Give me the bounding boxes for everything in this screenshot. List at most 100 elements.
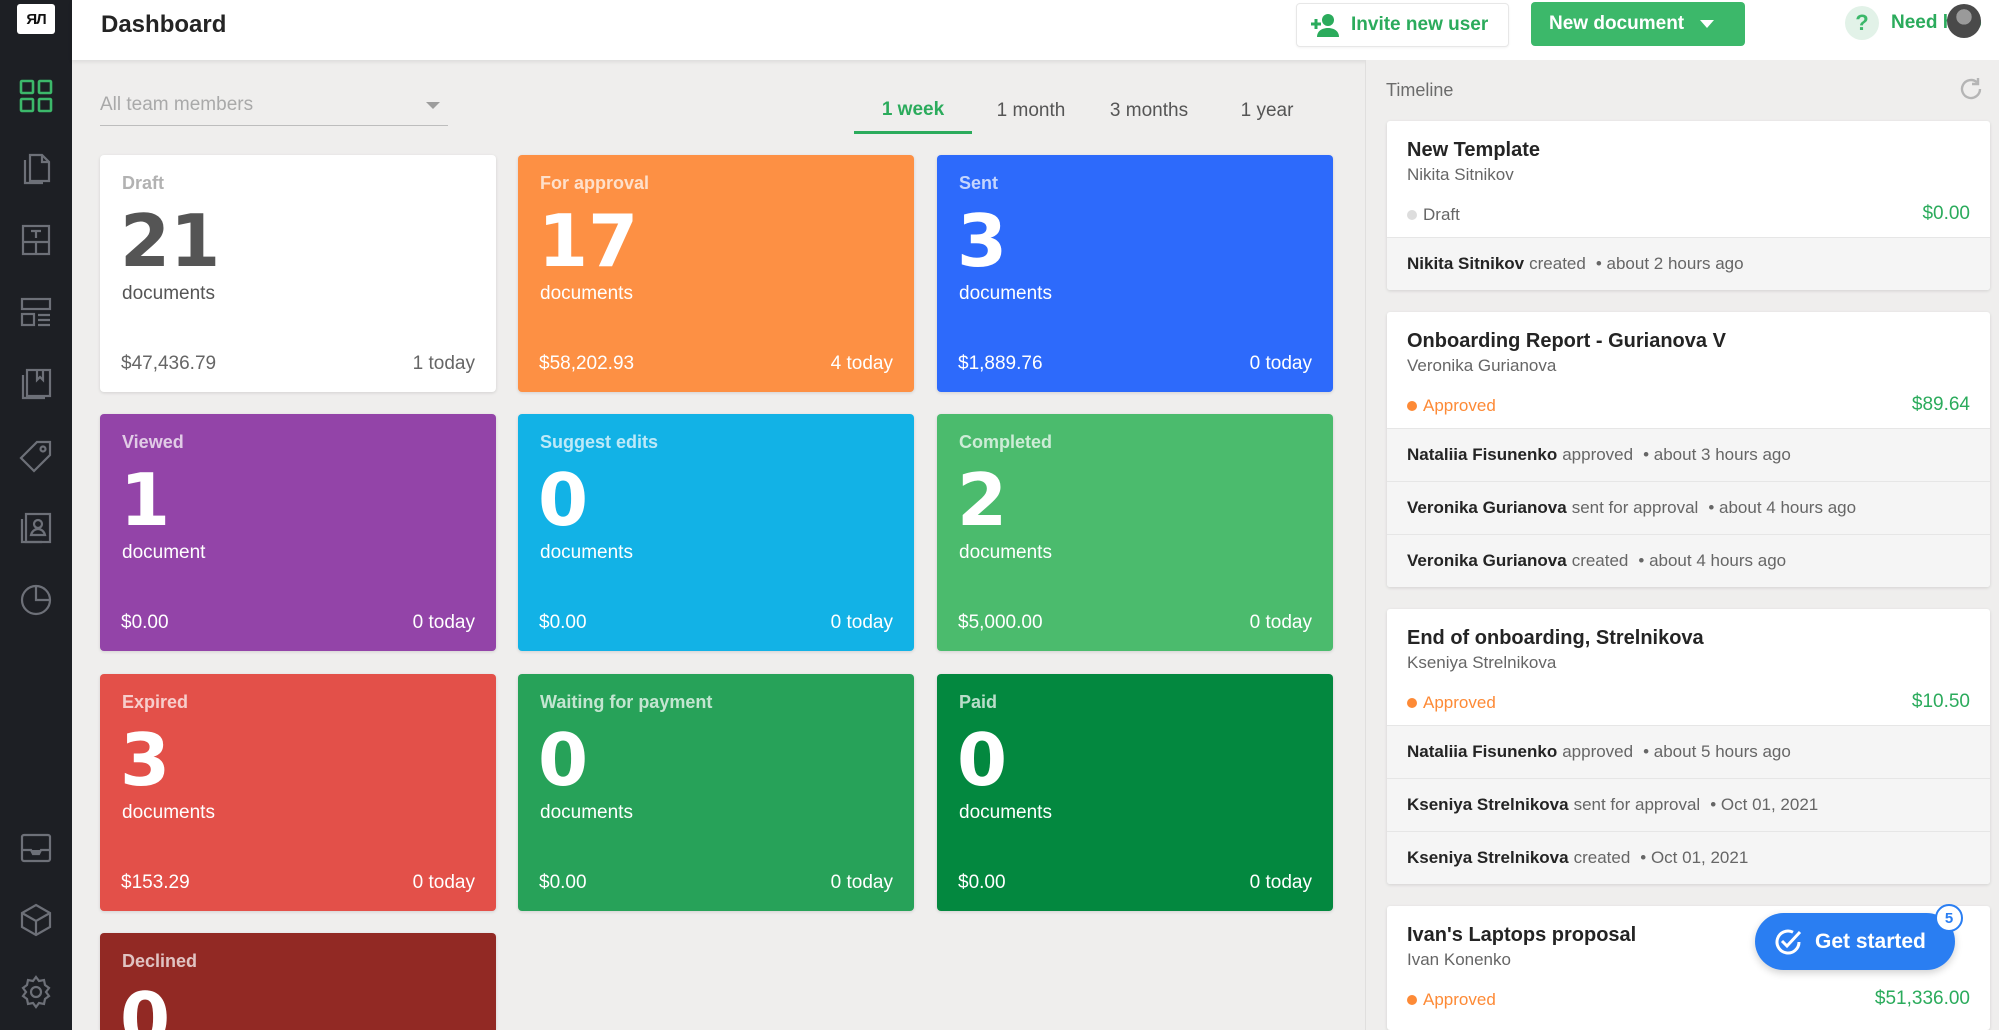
card-suggest-edits[interactable]: Suggest edits 0 documents $0.00 0 today [518,414,914,651]
event-time: • about 5 hours ago [1643,742,1791,761]
status-badge: Approved [1407,990,1496,1010]
timeline-doc-owner: Ivan Konenko [1407,950,1511,969]
card-unit: documents [540,283,633,304]
new-document-button[interactable]: New document [1531,2,1745,46]
event-time: • Oct 01, 2021 [1710,795,1819,814]
card-label: For approval [540,173,650,193]
invite-user-label: Invite new user [1351,14,1489,35]
card-count: 17 [538,199,639,283]
card-count: 21 [120,199,221,283]
integrations-icon[interactable] [16,900,56,940]
card-count: 0 [538,458,589,542]
event-action: sent for approval [1573,795,1701,814]
card-count: 1 [120,458,171,542]
event-user: Kseniya Strelnikova [1407,795,1569,814]
documents-icon[interactable] [16,148,56,188]
card-label: Completed [959,432,1053,452]
event-action: approved [1562,742,1634,761]
card-waiting-for-payment[interactable]: Waiting for payment 0 documents $0.00 0 … [518,674,914,911]
dashboard-icon[interactable] [16,76,56,116]
card-label: Expired [122,692,189,712]
card-unit: documents [959,542,1052,563]
card-count: 0 [120,977,171,1030]
top-header: Dashboard Invite new user New document ?… [72,0,1999,60]
card-unit: document [122,542,206,563]
card-unit: documents [959,802,1052,823]
timeline-event: Nataliia Fisunenko approved • about 5 hour… [1387,725,1990,778]
event-action: created [1529,254,1586,273]
card-label: Paid [959,692,998,712]
status-badge: Approved [1407,693,1496,713]
card-viewed[interactable]: Viewed 1 document $0.00 0 today [100,414,496,651]
card-amount: $0.00 [958,872,1006,893]
timeline-doc-name[interactable]: End of onboarding, Strelnikova [1407,627,1704,650]
refresh-icon[interactable] [1958,76,1984,102]
tab-3-months[interactable]: 3 months [1090,88,1208,134]
status-badge: Draft [1407,205,1460,225]
status-label: Approved [1423,990,1496,1009]
card-expired[interactable]: Expired 3 documents $153.29 0 today [100,674,496,911]
status-dot-icon [1407,698,1417,708]
timeline-doc-name[interactable]: Onboarding Report - Gurianova V [1407,330,1726,353]
timeline-panel: Timeline New Template Nikita Sitnikov Dr… [1365,60,1999,1030]
event-action: approved [1562,445,1634,464]
event-action: sent for approval [1571,498,1699,517]
contacts-icon[interactable] [16,508,56,548]
timeline-item[interactable]: Onboarding Report - Gurianova V Veronika… [1387,312,1990,587]
notification-count-badge: 5 [1935,904,1963,932]
card-today: 0 today [412,872,475,893]
event-user: Kseniya Strelnikova [1407,848,1569,867]
timeline-item[interactable]: End of onboarding, Strelnikova Kseniya S… [1387,609,1990,884]
add-user-icon [1311,14,1339,37]
inbox-icon[interactable] [16,828,56,868]
invite-user-button[interactable]: Invite new user [1296,3,1509,47]
templates-icon[interactable] [16,220,56,260]
status-dot-icon [1407,995,1417,1005]
card-today: 0 today [1249,612,1312,633]
tab-1-year[interactable]: 1 year [1208,88,1326,134]
status-label: Approved [1423,396,1496,415]
avatar[interactable] [1947,4,1981,38]
card-paid[interactable]: Paid 0 documents $0.00 0 today [937,674,1333,911]
timeline-doc-owner: Nikita Sitnikov [1407,165,1514,184]
card-completed[interactable]: Completed 2 documents $5,000.00 0 today [937,414,1333,651]
tab-1-week[interactable]: 1 week [854,88,972,134]
card-today: 0 today [830,872,893,893]
timeline-event: Kseniya Strelnikova sent for approval • Oc… [1387,778,1990,831]
date-range-tabs: 1 week 1 month 3 months 1 year [854,88,1326,134]
card-amount: $0.00 [121,612,169,633]
status-label: Approved [1423,693,1496,712]
event-time: • about 4 hours ago [1708,498,1857,517]
settings-icon[interactable] [16,972,56,1012]
reports-icon[interactable] [16,580,56,620]
app-logo[interactable]: ЯЛ [17,4,55,34]
catalog-icon[interactable] [16,364,56,404]
status-dot-icon [1407,401,1417,411]
sidebar: ЯЛ [0,0,72,1030]
status-dot-icon [1407,210,1417,220]
card-today: 0 today [830,612,893,633]
card-declined[interactable]: Declined 0 [100,933,496,1030]
new-document-label: New document [1549,13,1685,34]
event-time: • about 3 hours ago [1643,445,1791,464]
tab-1-month[interactable]: 1 month [972,88,1090,134]
card-sent[interactable]: Sent 3 documents $1,889.76 0 today [937,155,1333,392]
card-count: 3 [120,718,171,802]
content-library-icon[interactable] [16,292,56,332]
card-draft[interactable]: Draft 21 documents $47,436.79 1 today [100,155,496,392]
card-for-approval[interactable]: For approval 17 documents $58,202.93 4 t… [518,155,914,392]
timeline-doc-name[interactable]: Ivan's Laptops proposal [1407,924,1636,947]
team-member-select[interactable]: All team members [100,88,448,126]
timeline-doc-name[interactable]: New Template [1407,139,1540,162]
tags-icon[interactable] [16,436,56,476]
event-time: • about 4 hours ago [1638,551,1787,570]
event-user: Nataliia Fisunenko [1407,742,1558,761]
event-action: created [1571,551,1629,570]
timeline-event: Veronika Gurianova sent for approval • abo… [1387,481,1990,534]
timeline-event: Kseniya Strelnikova created • Oct 01, 2021 [1387,831,1990,884]
check-circle-icon [1775,929,1802,954]
card-today: 1 today [412,353,475,374]
get-started-button[interactable]: Get started [1755,913,1955,970]
timeline-item[interactable]: New Template Nikita Sitnikov Draft $0.00… [1387,121,1990,290]
card-label: Viewed [122,432,184,452]
